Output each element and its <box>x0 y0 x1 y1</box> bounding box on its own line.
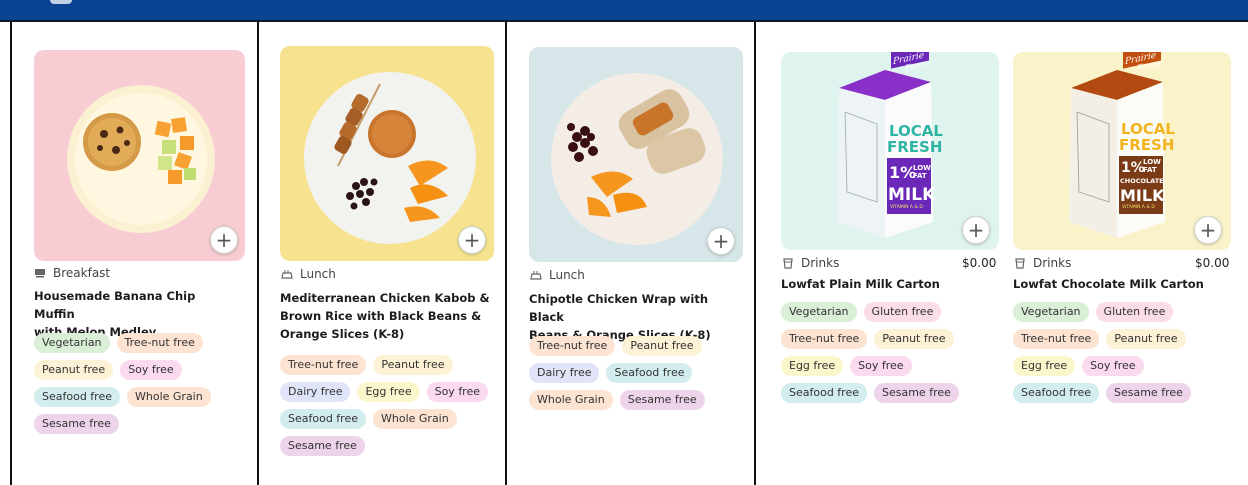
carton-size: HALF PINT (236mL) <box>895 214 934 219</box>
category-row: Lunch <box>281 267 336 281</box>
tag-sesame-free: Sesame free <box>874 383 959 403</box>
tag-whole-grain: Whole Grain <box>529 390 613 410</box>
diet-tags: Tree-nut free Peanut free Dairy free Sea… <box>529 336 744 410</box>
carton-pct: 1% <box>1121 160 1145 176</box>
carton-fat: FAT <box>1143 166 1157 174</box>
tag-tree-nut-free: Tree-nut free <box>1013 329 1100 349</box>
carton-size: HALF PINT (236mL) <box>1127 214 1166 219</box>
tag-soy-free: Soy free <box>1082 356 1144 376</box>
tag-tree-nut-free: Tree-nut free <box>529 336 616 356</box>
tag-sesame-free: Sesame free <box>619 390 705 410</box>
tag-soy-free: Soy free <box>120 360 182 380</box>
item-title[interactable]: Mediterranean Chicken Kabob & Brown Rice… <box>280 289 490 343</box>
tag-dairy-free: Dairy free <box>280 382 351 402</box>
tag-tree-nut-free: Tree-nut free <box>781 329 868 349</box>
tag-sesame-free: Sesame free <box>1106 383 1191 403</box>
item-title[interactable]: Lowfat Chocolate Milk Carton <box>1013 275 1233 293</box>
top-header-bar <box>0 0 1248 22</box>
diet-tags: Vegetarian Tree-nut free Peanut free Soy… <box>34 333 249 434</box>
item-price: $0.00 <box>1195 256 1230 270</box>
add-to-cart-button[interactable]: + <box>458 226 486 254</box>
lunch-tray-icon <box>281 270 293 279</box>
tag-peanut-free: Peanut free <box>622 336 702 356</box>
tag-seafood-free: Seafood free <box>606 363 693 383</box>
tag-peanut-free: Peanut free <box>874 329 954 349</box>
tag-whole-grain: Whole Grain <box>127 387 211 407</box>
tag-peanut-free: Peanut free <box>34 360 114 380</box>
title-line: Lowfat Chocolate Milk Carton <box>1013 277 1204 291</box>
tag-tree-nut-free: Tree-nut free <box>116 333 203 353</box>
diet-tags: Tree-nut free Peanut free Dairy free Egg… <box>280 355 500 456</box>
category-label: Lunch <box>300 267 336 281</box>
title-line: Mediterranean Chicken Kabob & <box>280 291 490 305</box>
tag-egg-free: Egg free <box>1013 356 1076 376</box>
food-photo: Prairie Farms LOCAL FRESH 1% LOW FAT CHO… <box>1013 52 1231 250</box>
lunch-tray-icon <box>530 271 542 280</box>
tag-seafood-free: Seafood free <box>1013 383 1099 403</box>
tag-gluten-free: Gluten free <box>863 302 942 322</box>
tag-egg-free: Egg free <box>781 356 844 376</box>
tag-seafood-free: Seafood free <box>34 387 120 407</box>
add-to-cart-button[interactable]: + <box>210 226 238 254</box>
food-photo: Prairie Farms LOCAL FRESH 1% LOW FAT MIL… <box>781 52 999 250</box>
food-photo: + <box>34 50 245 261</box>
carton-fat: FAT <box>913 172 927 180</box>
category-label: Breakfast <box>53 266 111 280</box>
category-row: Drinks <box>782 256 839 270</box>
tag-seafood-free: Seafood free <box>781 383 867 403</box>
diet-tags: Vegetarian Gluten free Tree-nut free Pea… <box>781 302 996 403</box>
carton-flavor: CHOCOLATE <box>1120 177 1164 185</box>
carton-low: LOW <box>1143 158 1161 166</box>
title-line: Housemade Banana Chip Muffin <box>34 289 196 321</box>
food-photo: + <box>280 46 494 261</box>
title-line: Brown Rice with Black Beans & <box>280 309 482 323</box>
tag-soy-free: Soy free <box>850 356 912 376</box>
tag-peanut-free: Peanut free <box>1106 329 1186 349</box>
column-divider <box>754 22 756 485</box>
add-to-cart-button[interactable]: + <box>707 227 735 255</box>
tag-gluten-free: Gluten free <box>1095 302 1174 322</box>
tag-tree-nut-free: Tree-nut free <box>280 355 367 375</box>
tag-egg-free: Egg free <box>357 382 420 402</box>
category-label: Drinks <box>801 256 840 270</box>
tag-seafood-free: Seafood free <box>280 409 366 429</box>
tag-sesame-free: Sesame free <box>280 436 365 456</box>
tag-sesame-free: Sesame free <box>34 414 119 434</box>
column-divider <box>257 22 259 485</box>
carton-milk: MILK <box>1120 186 1165 205</box>
tag-dairy-free: Dairy free <box>529 363 600 383</box>
column-divider <box>10 22 12 485</box>
cup-icon <box>783 258 793 269</box>
cup-icon <box>1015 258 1025 269</box>
category-label: Drinks <box>1033 256 1072 270</box>
tag-vegetarian: Vegetarian <box>34 333 110 353</box>
tag-vegetarian: Vegetarian <box>781 302 857 322</box>
carton-fresh: FRESH <box>1119 136 1174 154</box>
item-price: $0.00 <box>962 256 997 270</box>
carton-fresh: FRESH <box>887 138 942 156</box>
category-label: Lunch <box>549 268 585 282</box>
tag-peanut-free: Peanut free <box>373 355 453 375</box>
category-row: Lunch <box>530 268 585 282</box>
tray-icon <box>35 269 45 278</box>
food-photo: + <box>529 47 743 262</box>
tag-whole-grain: Whole Grain <box>373 409 457 429</box>
add-to-cart-button[interactable]: + <box>1194 216 1222 244</box>
carton-low: LOW <box>913 164 931 172</box>
tag-vegetarian: Vegetarian <box>1013 302 1089 322</box>
column-divider <box>505 22 507 485</box>
item-title[interactable]: Lowfat Plain Milk Carton <box>781 275 996 293</box>
diet-tags: Vegetarian Gluten free Tree-nut free Pea… <box>1013 302 1228 403</box>
tag-soy-free: Soy free <box>426 382 489 402</box>
carton-milk: MILK <box>888 185 936 205</box>
header-tab-indicator <box>50 0 72 4</box>
title-line: Orange Slices (K-8) <box>280 327 405 341</box>
category-row: Breakfast <box>34 266 110 280</box>
carton-vitamin: VITAMIN A & D <box>890 204 923 210</box>
title-line: Chipotle Chicken Wrap with Black <box>529 292 709 324</box>
carton-vitamin: VITAMIN A & D <box>1122 204 1155 210</box>
add-to-cart-button[interactable]: + <box>962 216 990 244</box>
title-line: Lowfat Plain Milk Carton <box>781 277 940 291</box>
category-row: Drinks <box>1014 256 1071 270</box>
